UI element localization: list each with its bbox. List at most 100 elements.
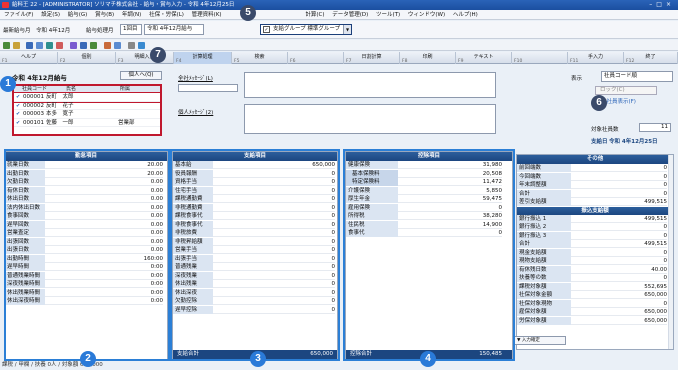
paste-icon[interactable]	[90, 42, 97, 49]
item-row[interactable]: 労保対象額 650,000	[517, 316, 673, 325]
menu-keisan[interactable]: 計算(C)	[305, 12, 324, 18]
menu-tools[interactable]: ツール(T)	[376, 12, 400, 18]
col-name[interactable]: 氏名	[66, 86, 76, 93]
item-row[interactable]: 銀行振込 20	[517, 223, 673, 232]
lock-button[interactable]: ロック(C)	[595, 86, 657, 95]
item-value[interactable]: 0	[571, 164, 667, 172]
item-label: 社保対象金額	[517, 291, 571, 299]
kojin-message-area[interactable]	[244, 104, 496, 134]
fkey-f5[interactable]: 検索 F5	[232, 52, 288, 64]
item-row[interactable]: 前回端数 0	[517, 164, 673, 173]
employee-panel: 令和 4年12月給与 個人へ(Q) 社員コード 氏名 所属 ✔ 000001 反…	[4, 66, 166, 138]
calc-icon[interactable]	[46, 42, 53, 49]
employee-row[interactable]: ✔ 000101 佐藤 一郎 営業部	[14, 119, 160, 127]
kyuyo-month-select[interactable]: 令和 4年12月給与	[144, 24, 204, 35]
item-row[interactable]: 合計 499,515	[517, 240, 673, 249]
item-value[interactable]: 0	[571, 172, 667, 181]
kojin-button[interactable]: 個人へ(Q)	[120, 71, 162, 80]
item-value[interactable]: 499,515	[571, 214, 667, 223]
highlight-kintai	[4, 149, 170, 361]
menu-file[interactable]: ファイル(F)	[4, 12, 33, 18]
help-icon[interactable]	[138, 42, 145, 49]
filter-icon[interactable]	[114, 42, 121, 49]
col-dept[interactable]: 所属	[120, 86, 130, 93]
item-value[interactable]: 650,000	[571, 308, 667, 316]
item-row[interactable]: 年末調整額 0	[517, 181, 673, 190]
item-value[interactable]: 650,000	[571, 316, 667, 325]
fkey-f7[interactable]: 日割計算 F7	[344, 52, 400, 64]
fkey-f11[interactable]: 手入力 F11	[568, 52, 624, 64]
item-value[interactable]: 499,515	[571, 240, 667, 248]
item-row[interactable]: 扶養等の数 0	[517, 274, 673, 283]
item-row[interactable]: 課税対象額 552,695	[517, 282, 673, 291]
save-icon[interactable]	[26, 42, 33, 49]
item-row[interactable]: 今回端数 0	[517, 172, 673, 181]
item-row[interactable]: 現金支給額 0	[517, 248, 673, 257]
window-controls[interactable]: –□×	[649, 0, 675, 10]
sonota-scrollbar[interactable]	[668, 155, 673, 349]
menu-bonus[interactable]: 賞与(B)	[95, 12, 114, 18]
item-value[interactable]: 0	[571, 189, 667, 198]
menu-help[interactable]: ヘルプ(H)	[453, 12, 478, 18]
fkey-f8[interactable]: 印刷 F8	[400, 52, 456, 64]
function-key-bar: ヘルプ F1 個別 F2 明細入力 F3 計算処理 F4 検索 F5 F6 日割計算 F7 …	[0, 52, 678, 64]
employee-row[interactable]: ✔ 000001 反町 太郎	[13, 92, 161, 103]
col-code[interactable]: 社員コード	[22, 86, 47, 93]
item-value[interactable]: 0	[571, 257, 667, 265]
fkey-f9[interactable]: テキスト F9	[456, 52, 512, 64]
item-value[interactable]: 0	[571, 223, 667, 231]
fkey-f2[interactable]: 個別 F2	[58, 52, 116, 64]
group-select[interactable]: ✓ 支給グループ 標準グループ ▼	[260, 24, 352, 35]
item-row[interactable]: 現物支給額 0	[517, 257, 673, 266]
print-icon[interactable]	[36, 42, 43, 49]
menu-data[interactable]: データ管理(D)	[332, 12, 368, 18]
chevron-down-icon[interactable]: ▼	[343, 25, 351, 34]
fkey-f10[interactable]: F10	[512, 52, 568, 64]
new-icon[interactable]	[3, 42, 10, 49]
menu-salary[interactable]: 給与(G)	[68, 12, 88, 18]
item-row[interactable]: 合計 0	[517, 189, 673, 198]
fkey-f1[interactable]: ヘルプ F1	[0, 52, 58, 64]
item-row[interactable]: 社保対象現物 0	[517, 299, 673, 308]
item-value[interactable]: 40.00	[571, 265, 667, 274]
item-label: 前回端数	[517, 164, 571, 172]
search-icon[interactable]	[70, 42, 77, 49]
item-value[interactable]: 0	[571, 181, 667, 189]
open-icon[interactable]	[13, 42, 20, 49]
group-checkbox[interactable]: ✓	[263, 26, 270, 33]
fkey-f4[interactable]: 計算処理 F4	[174, 52, 232, 64]
item-value[interactable]: 0	[571, 274, 667, 282]
item-row[interactable]: 社保対象金額 650,000	[517, 291, 673, 300]
employee-row[interactable]: ✔ 000003 本多 寛子	[14, 110, 160, 119]
sort-order-select[interactable]: 社員コード順	[601, 71, 673, 82]
item-row[interactable]: 銀行振込 30	[517, 231, 673, 240]
menu-nencho[interactable]: 年調(N)	[122, 12, 141, 18]
item-row[interactable]: 差引支給額 499,515	[517, 198, 673, 207]
menu-shaho[interactable]: 社保・労保(L)	[149, 12, 184, 18]
item-value[interactable]: 499,515	[571, 198, 667, 206]
confirm-popup[interactable]: ▼ 入力確定	[514, 336, 566, 345]
item-value[interactable]: 0	[571, 248, 667, 257]
item-row[interactable]: 有休残日数 40.00	[517, 265, 673, 274]
zensha-message-area[interactable]	[244, 72, 496, 98]
menu-kanri[interactable]: 管理資料(K)	[192, 12, 222, 18]
kyuyo-mode-select[interactable]: 1回目	[120, 24, 142, 35]
fkey-f12[interactable]: 終了 F12	[624, 52, 678, 64]
settings-icon[interactable]	[128, 42, 135, 49]
item-row[interactable]: 銀行振込 1 499,515	[517, 214, 673, 223]
item-value[interactable]: 0	[571, 231, 667, 240]
zensha-message-input[interactable]	[178, 84, 238, 92]
item-value[interactable]: 0	[571, 299, 667, 308]
fkey-f6[interactable]: F6	[288, 52, 344, 64]
delete-icon[interactable]	[56, 42, 63, 49]
employee-row[interactable]: ✔ 000002 反町 花子	[14, 102, 160, 110]
menu-settings[interactable]: 設定(S)	[41, 12, 60, 18]
copy-icon[interactable]	[80, 42, 87, 49]
sort-icon[interactable]	[104, 42, 111, 49]
item-value[interactable]: 650,000	[571, 291, 667, 299]
item-value[interactable]: 552,695	[571, 282, 667, 291]
menu-window[interactable]: ウィンドウ(W)	[408, 12, 445, 18]
badge-2: 2	[80, 351, 96, 367]
item-row[interactable]: 雇保対象額 650,000	[517, 308, 673, 317]
badge-1: 1	[0, 76, 16, 92]
